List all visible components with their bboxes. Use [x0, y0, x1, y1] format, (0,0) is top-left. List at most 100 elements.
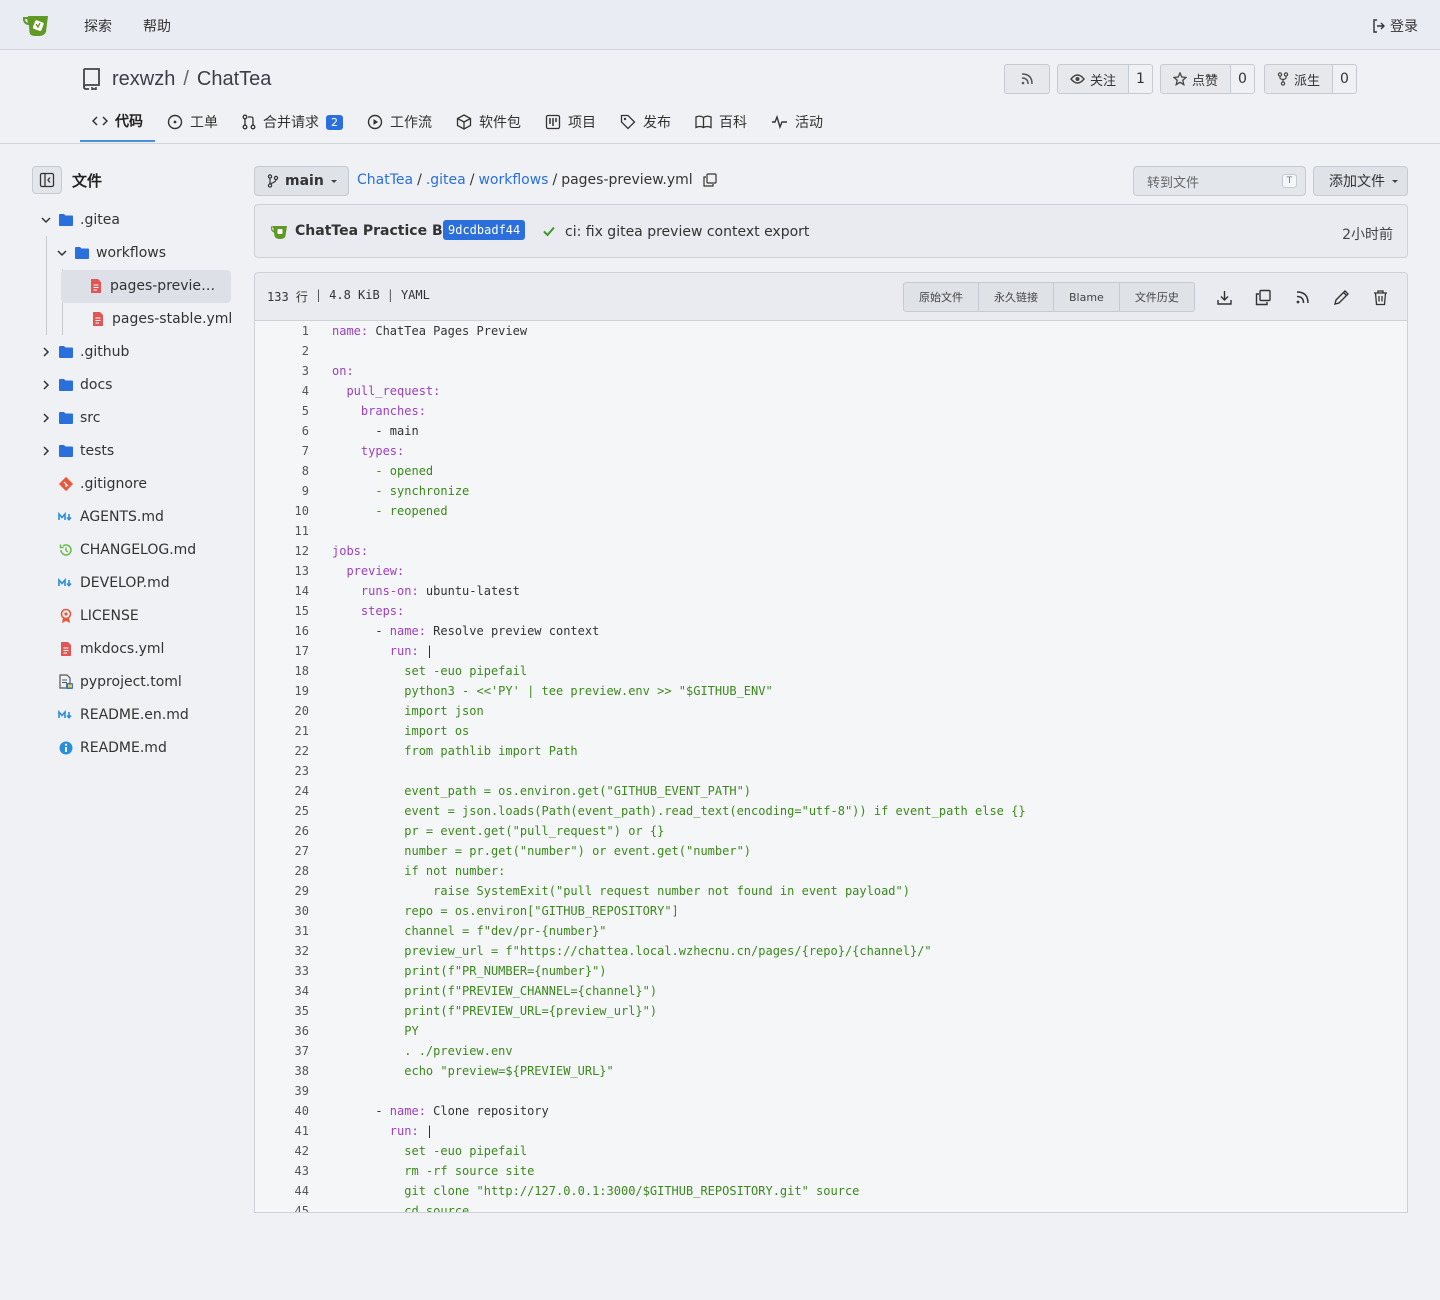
- line-number[interactable]: 15: [255, 601, 309, 621]
- fork-count[interactable]: 0: [1333, 65, 1356, 93]
- line-number[interactable]: 17: [255, 641, 309, 661]
- gitea-logo-icon[interactable]: [22, 12, 54, 38]
- tab-wiki[interactable]: 百科: [683, 102, 759, 142]
- line-number[interactable]: 29: [255, 881, 309, 901]
- line-number[interactable]: 9: [255, 481, 309, 501]
- line-number[interactable]: 25: [255, 801, 309, 821]
- nav-explore[interactable]: 探索: [84, 16, 112, 36]
- check-icon[interactable]: [542, 224, 556, 238]
- tree-folder[interactable]: tests: [32, 435, 232, 468]
- line-number[interactable]: 42: [255, 1141, 309, 1161]
- tree-file[interactable]: pages-preview.…: [61, 270, 231, 303]
- line-number[interactable]: 26: [255, 821, 309, 841]
- line-number[interactable]: 4: [255, 381, 309, 401]
- tree-folder[interactable]: docs: [32, 369, 232, 402]
- line-number[interactable]: 19: [255, 681, 309, 701]
- line-number[interactable]: 43: [255, 1161, 309, 1181]
- line-number[interactable]: 41: [255, 1121, 309, 1141]
- tree-file[interactable]: README.en.md: [32, 699, 232, 732]
- nav-help[interactable]: 帮助: [143, 16, 171, 36]
- tree-folder[interactable]: .gitea: [32, 204, 232, 237]
- line-number[interactable]: 35: [255, 1001, 309, 1021]
- tab-activity[interactable]: 活动: [759, 102, 835, 142]
- tree-file[interactable]: DEVELOP.md: [32, 567, 232, 600]
- tab-projects[interactable]: 项目: [533, 102, 608, 142]
- rss-button[interactable]: [1004, 64, 1050, 94]
- chevron-right-icon[interactable]: [40, 346, 52, 358]
- line-number[interactable]: 3: [255, 361, 309, 381]
- line-number[interactable]: 40: [255, 1101, 309, 1121]
- chevron-down-icon[interactable]: [56, 247, 68, 259]
- watch-count[interactable]: 1: [1129, 65, 1152, 93]
- trash-icon[interactable]: [1372, 289, 1389, 306]
- branch-selector[interactable]: main: [254, 166, 349, 196]
- line-number[interactable]: 11: [255, 521, 309, 541]
- commit-sha-button[interactable]: 9dcdbadf44: [443, 220, 526, 240]
- breadcrumb-gitea[interactable]: .gitea: [426, 172, 466, 188]
- tree-folder[interactable]: src: [32, 402, 232, 435]
- line-number[interactable]: 31: [255, 921, 309, 941]
- watch-button[interactable]: 关注 1: [1057, 64, 1153, 94]
- tree-file[interactable]: .gitignore: [32, 468, 232, 501]
- star-button[interactable]: 点赞 0: [1160, 64, 1255, 94]
- chevron-right-icon[interactable]: [40, 445, 52, 457]
- line-number[interactable]: 14: [255, 581, 309, 601]
- breadcrumb-workflows[interactable]: workflows: [478, 172, 548, 188]
- tree-file[interactable]: pages-stable.yml: [32, 303, 232, 336]
- tab-pull-requests[interactable]: 合并请求 2: [230, 102, 355, 142]
- line-number[interactable]: 7: [255, 441, 309, 461]
- repo-owner-link[interactable]: rexwzh: [112, 68, 175, 90]
- file-history-button[interactable]: 文件历史: [1120, 283, 1194, 311]
- line-number[interactable]: 39: [255, 1081, 309, 1101]
- line-number[interactable]: 37: [255, 1041, 309, 1061]
- line-number[interactable]: 45: [255, 1201, 309, 1212]
- download-icon[interactable]: [1216, 289, 1233, 306]
- tree-folder[interactable]: workflows: [32, 237, 232, 270]
- edit-pencil-icon[interactable]: [1333, 289, 1350, 306]
- line-number[interactable]: 34: [255, 981, 309, 1001]
- rss-icon[interactable]: [1294, 289, 1311, 306]
- go-to-file-input[interactable]: 转到文件 T: [1133, 166, 1306, 196]
- chevron-right-icon[interactable]: [40, 379, 52, 391]
- line-number[interactable]: 24: [255, 781, 309, 801]
- login-link[interactable]: 登录: [1372, 16, 1418, 36]
- tree-file[interactable]: pyproject.toml: [32, 666, 232, 699]
- line-number[interactable]: 6: [255, 421, 309, 441]
- tree-file[interactable]: LICENSE: [32, 600, 232, 633]
- line-number[interactable]: 8: [255, 461, 309, 481]
- permalink-button[interactable]: 永久链接: [979, 283, 1054, 311]
- line-number[interactable]: 2: [255, 341, 309, 361]
- fork-button[interactable]: 派生 0: [1264, 64, 1357, 94]
- tree-file[interactable]: mkdocs.yml: [32, 633, 232, 666]
- line-number[interactable]: 10: [255, 501, 309, 521]
- line-number[interactable]: 44: [255, 1181, 309, 1201]
- tree-file[interactable]: AGENTS.md: [32, 501, 232, 534]
- line-number[interactable]: 12: [255, 541, 309, 561]
- toggle-sidebar-button[interactable]: [32, 166, 62, 194]
- blame-button[interactable]: Blame: [1054, 283, 1120, 311]
- commit-author[interactable]: ChatTea Practice Bot: [295, 223, 459, 239]
- line-number[interactable]: 27: [255, 841, 309, 861]
- line-number[interactable]: 5: [255, 401, 309, 421]
- add-file-button[interactable]: 添加文件: [1313, 166, 1408, 196]
- tab-releases[interactable]: 发布: [608, 102, 683, 142]
- breadcrumb-repo[interactable]: ChatTea: [357, 172, 413, 188]
- line-number[interactable]: 33: [255, 961, 309, 981]
- raw-button[interactable]: 原始文件: [904, 283, 979, 311]
- avatar[interactable]: [271, 224, 289, 240]
- tree-file[interactable]: README.md: [32, 732, 232, 765]
- tree-folder[interactable]: .github: [32, 336, 232, 369]
- line-number[interactable]: 28: [255, 861, 309, 881]
- line-number[interactable]: 32: [255, 941, 309, 961]
- line-number[interactable]: 1: [255, 321, 309, 341]
- copy-path-icon[interactable]: [703, 173, 717, 187]
- line-number[interactable]: 23: [255, 761, 309, 781]
- tree-file[interactable]: CHANGELOG.md: [32, 534, 232, 567]
- line-number[interactable]: 18: [255, 661, 309, 681]
- line-number[interactable]: 16: [255, 621, 309, 641]
- tab-packages[interactable]: 软件包: [444, 102, 533, 142]
- chevron-down-icon[interactable]: [40, 214, 52, 226]
- tab-issues[interactable]: 工单: [155, 102, 230, 142]
- repo-name-link[interactable]: ChatTea: [197, 68, 272, 90]
- chevron-right-icon[interactable]: [40, 412, 52, 424]
